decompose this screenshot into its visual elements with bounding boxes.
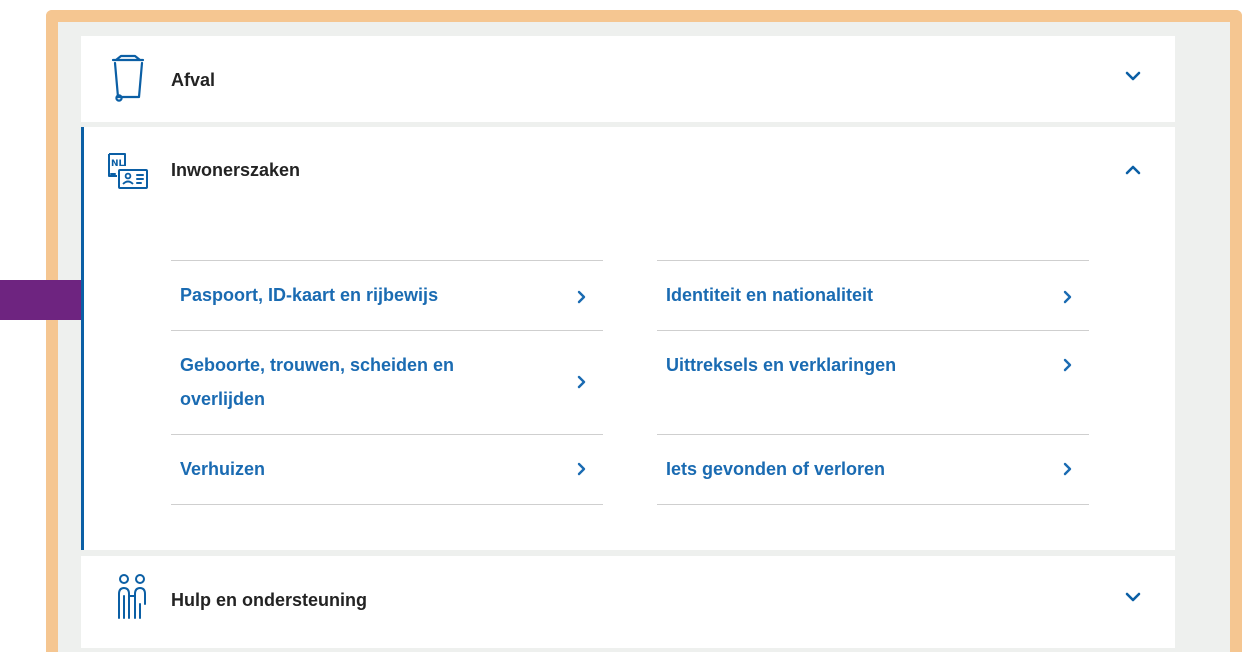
link-identiteit[interactable]: Identiteit en nationaliteit: [657, 260, 1089, 330]
chevron-right-icon: [577, 290, 586, 304]
people-support-icon: [118, 574, 146, 619]
accordion-inwonerszaken: NL Inwonerszaken Paspoort, ID-kaart en r…: [81, 127, 1175, 550]
chevron-right-icon: [577, 375, 586, 389]
section-title-afval: Afval: [171, 70, 216, 90]
chevron-down-icon[interactable]: [1125, 70, 1141, 82]
link-uittreksels[interactable]: Uittreksels en verklaringen: [657, 330, 1089, 434]
divider: [171, 504, 603, 505]
svg-text:NL: NL: [111, 159, 125, 169]
link-column-left: Paspoort, ID-kaart en rijbewijs Geboorte…: [171, 260, 603, 505]
chevron-right-icon: [1063, 462, 1072, 476]
link-verhuizen[interactable]: Verhuizen: [171, 434, 603, 504]
chevron-down-icon[interactable]: [1125, 591, 1141, 603]
active-section-bar: [81, 127, 84, 550]
link-column-right: Identiteit en nationaliteit Uittreksels …: [657, 260, 1089, 505]
nl-id-card-icon: NL: [108, 153, 148, 189]
link-paspoort[interactable]: Paspoort, ID-kaart en rijbewijs: [171, 260, 603, 330]
accordion-hulp-en-ondersteuning[interactable]: Hulp en ondersteuning: [81, 556, 1175, 648]
accordion-afval[interactable]: Afval: [81, 36, 1175, 122]
chevron-right-icon: [1063, 290, 1072, 304]
link-gevonden-verloren[interactable]: Iets gevonden of verloren: [657, 434, 1089, 504]
chevron-right-icon: [577, 462, 586, 476]
chevron-right-icon: [1063, 358, 1072, 372]
divider: [657, 504, 1089, 505]
section-title-hulp: Hulp en ondersteuning: [171, 590, 367, 610]
link-geboorte[interactable]: Geboorte, trouwen, scheiden en overlijde…: [171, 330, 603, 434]
section-title-inwonerszaken: Inwonerszaken: [171, 160, 301, 180]
chevron-up-icon[interactable]: [1125, 164, 1141, 176]
wheelie-bin-icon: [111, 54, 145, 102]
